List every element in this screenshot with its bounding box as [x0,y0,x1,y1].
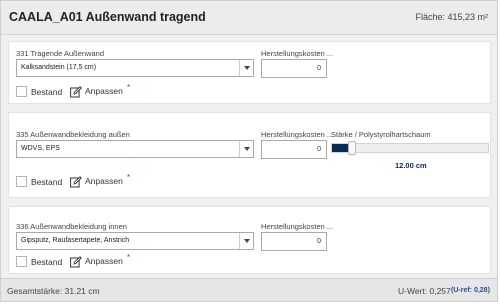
thickness-value: 12.00 cm [395,161,427,170]
material-select[interactable]: Kalksandstein (17,5 cm) [16,59,254,77]
required-mark: * [127,173,131,182]
material-select-value: WDVS, EPS [21,145,60,152]
chevron-down-icon[interactable] [239,60,253,76]
chevron-down-icon[interactable] [239,141,253,157]
bestand-checkbox[interactable] [16,256,27,267]
layer-card-335: 335 Außenwandbekleidung außen WDVS, EPS … [8,112,491,198]
edit-icon [70,86,82,98]
cost-input[interactable]: 0 [261,59,327,78]
bestand-checkbox[interactable] [16,86,27,97]
material-select[interactable]: WDVS, EPS [16,140,254,158]
edit-icon [70,256,82,268]
material-select-value: Gipsputz, Raufasertapete, Anstrich [21,237,130,244]
thickness-slider[interactable] [331,141,489,155]
layer-card-331: 331 Tragende Außenwand Kalksandstein (17… [8,41,491,104]
thickness-slider-fill [332,144,348,152]
cost-input[interactable]: 0 [261,232,327,251]
u-ref-value: (U-ref: 0,28) [451,287,490,294]
layer-name: 331 Tragende Außenwand [16,49,104,58]
material-select-value: Kalksandstein (17,5 cm) [21,64,97,71]
bestand-label: Bestand [31,257,63,267]
bestand-label: Bestand [31,87,63,97]
bestand-checkbox[interactable] [16,176,27,187]
adjust-button[interactable]: Anpassen * [70,173,131,188]
chevron-down-icon[interactable] [239,233,253,249]
bestand-label: Bestand [31,177,63,187]
layer-card-336: 336 Außenwandbekleidung innen Gipsputz, … [8,206,491,274]
cost-input-value: 0 [317,65,321,72]
required-mark: * [127,83,131,92]
edit-icon [70,176,82,188]
cost-label: Herstellungskosten ... [261,49,334,58]
cost-input-value: 0 [317,146,321,153]
wall-component-panel: CAALA_A01 Außenwand tragend Fläche: 415,… [0,0,498,302]
layer-name: 336 Außenwandbekleidung innen [16,222,127,231]
adjust-button[interactable]: Anpassen * [70,253,131,268]
required-mark: * [127,253,131,262]
summary-footer: Gesamtstärke: 31.21 cm U-Wert: 0,257 (U-… [1,278,497,301]
cost-input-value: 0 [317,238,321,245]
component-title: CAALA_A01 Außenwand tragend [9,10,206,24]
area-label: Fläche: 415,23 m² [415,12,488,22]
material-select[interactable]: Gipsputz, Raufasertapete, Anstrich [16,232,254,250]
u-value: U-Wert: 0,257 [398,286,451,296]
adjust-label: Anpassen [85,86,123,96]
panel-header: CAALA_A01 Außenwand tragend Fläche: 415,… [1,1,497,35]
cost-label: Herstellungskosten ... [261,222,334,231]
adjust-label: Anpassen [85,176,123,186]
thickness-slider-handle[interactable] [347,141,356,155]
layer-name: 335 Außenwandbekleidung außen [16,130,130,139]
total-thickness: Gesamtstärke: 31.21 cm [7,286,100,296]
adjust-button[interactable]: Anpassen * [70,83,131,98]
thickness-label: Stärke / Polystyrolhartschaum [331,130,431,139]
cost-label: Herstellungskosten ... [261,130,334,139]
adjust-label: Anpassen [85,256,123,266]
cost-input[interactable]: 0 [261,140,327,159]
